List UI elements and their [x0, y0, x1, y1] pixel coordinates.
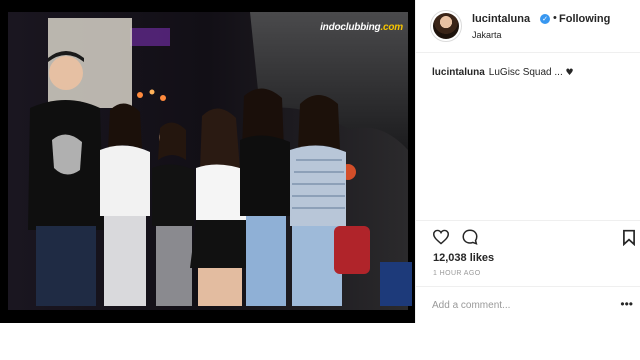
comment-bar: ••• [416, 286, 640, 323]
verified-badge-icon: ✓ [540, 14, 550, 24]
post-details-panel: lucintaluna ✓ • Following Jakarta lucint… [415, 0, 640, 323]
avatar[interactable] [430, 10, 462, 42]
header-separator: • [553, 12, 557, 24]
following-button[interactable]: Following [559, 13, 610, 25]
watermark-suffix: .com [380, 22, 403, 33]
bookmark-icon[interactable] [622, 229, 636, 251]
post-photo[interactable]: indoclubbing.com [0, 0, 415, 323]
action-bar [416, 220, 640, 247]
post-caption: lucintaluna LuGisc Squad ... ♥ [432, 67, 574, 78]
location-link[interactable]: Jakarta [472, 30, 502, 40]
photo-watermark: indoclubbing.com [320, 22, 403, 33]
caption-username[interactable]: lucintaluna [432, 67, 485, 78]
comment-input[interactable] [432, 296, 612, 314]
group-photo-image [0, 0, 415, 323]
bottom-whitespace [0, 323, 640, 360]
comment-icon[interactable] [461, 228, 479, 251]
caption-text: LuGisc Squad ... [488, 67, 563, 78]
watermark-text: indoclubbing [320, 22, 381, 33]
header-username[interactable]: lucintaluna [472, 13, 530, 25]
more-options-button[interactable]: ••• [620, 297, 633, 311]
heart-emoji: ♥ [565, 68, 574, 78]
post-timestamp[interactable]: 1 HOUR AGO [433, 270, 481, 277]
heart-icon[interactable] [432, 229, 450, 250]
post-header: lucintaluna ✓ • Following Jakarta [416, 0, 640, 53]
likes-count[interactable]: 12,038 likes [433, 252, 494, 264]
